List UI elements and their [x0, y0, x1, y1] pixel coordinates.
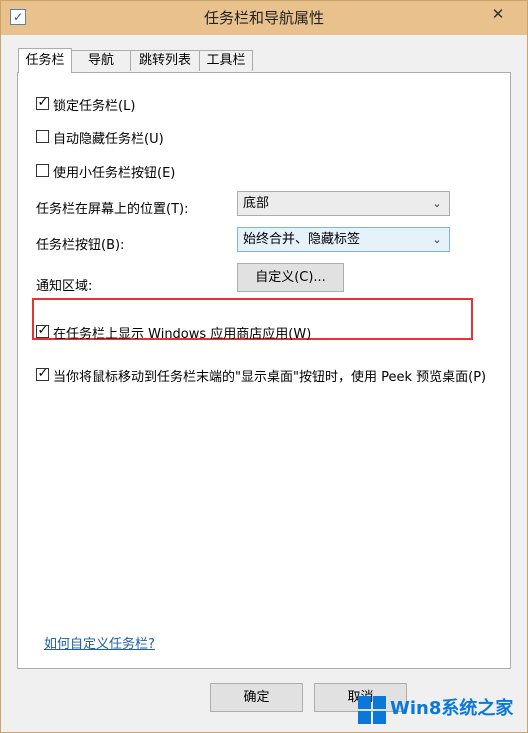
- watermark-text: Win8系统之家: [390, 698, 514, 719]
- taskbar-properties-window: ✓ 任务栏和导航属性 ✕ 任务栏 导航 跳转列表 工具栏 ✓ 锁定任务栏(L) …: [0, 0, 528, 733]
- taskbar-location-label: 任务栏在屏幕上的位置(T):: [36, 202, 189, 217]
- title-bar: ✓ 任务栏和导航属性 ✕: [1, 1, 527, 35]
- customize-button[interactable]: 自定义(C)...: [237, 263, 344, 292]
- lock-taskbar-label: 锁定任务栏(L): [53, 99, 136, 114]
- chevron-down-icon: ⌄: [432, 233, 442, 246]
- tab-navigation[interactable]: 导航: [71, 50, 131, 71]
- watermark: Win8系统之家: [358, 695, 526, 725]
- windows-logo-icon: [358, 696, 386, 724]
- ok-button[interactable]: 确定: [210, 683, 303, 712]
- taskbar-buttons-select[interactable]: 始终合并、隐藏标签 ⌄: [237, 227, 450, 252]
- checkmark-icon: ✓: [37, 366, 49, 381]
- taskbar-buttons-value: 始终合并、隐藏标签: [243, 232, 361, 247]
- tab-toolbars[interactable]: 工具栏: [199, 50, 253, 71]
- taskbar-tab-panel: ✓ 锁定任务栏(L) 自动隐藏任务栏(U) 使用小任务栏按钮(E) 任务栏在屏幕…: [17, 72, 511, 669]
- small-buttons-label: 使用小任务栏按钮(E): [53, 166, 176, 181]
- notification-area-label: 通知区域:: [36, 279, 93, 294]
- checkmark-icon: ✓: [37, 323, 49, 338]
- tab-jump-lists[interactable]: 跳转列表: [130, 50, 200, 71]
- auto-hide-checkbox[interactable]: [36, 130, 49, 143]
- peek-checkbox[interactable]: ✓: [36, 366, 49, 381]
- taskbar-buttons-label: 任务栏按钮(B):: [36, 238, 125, 253]
- close-button[interactable]: ✕: [485, 3, 511, 25]
- peek-label: 当你将鼠标移动到任务栏末端的"显示桌面"按钮时，使用 Peek 预览桌面(P): [53, 370, 487, 385]
- tab-taskbar[interactable]: 任务栏: [18, 48, 72, 73]
- show-store-apps-label: 在任务栏上显示 Windows 应用商店应用(W): [53, 327, 312, 342]
- auto-hide-label: 自动隐藏任务栏(U): [53, 132, 164, 147]
- dialog-content: 任务栏 导航 跳转列表 工具栏 ✓ 锁定任务栏(L) 自动隐藏任务栏(U) 使用…: [9, 35, 519, 725]
- lock-taskbar-checkbox[interactable]: ✓: [36, 95, 49, 110]
- help-link[interactable]: 如何自定义任务栏?: [44, 633, 155, 652]
- chevron-down-icon: ⌄: [432, 197, 442, 210]
- checkmark-icon: ✓: [37, 95, 49, 110]
- show-store-apps-checkbox[interactable]: ✓: [36, 323, 49, 338]
- taskbar-location-value: 底部: [243, 196, 270, 211]
- taskbar-location-select[interactable]: 底部 ⌄: [237, 191, 450, 216]
- window-title: 任务栏和导航属性: [203, 9, 324, 27]
- small-buttons-checkbox[interactable]: [36, 164, 49, 177]
